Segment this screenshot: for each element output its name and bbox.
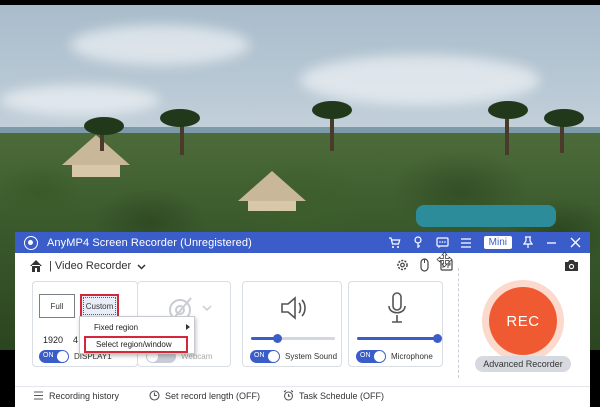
- close-icon[interactable]: [569, 236, 582, 249]
- submenu-arrow-icon: [186, 324, 190, 330]
- palm-frond: [544, 109, 584, 127]
- custom-region-option[interactable]: Custom: [80, 294, 119, 318]
- menu-item-select-region-window[interactable]: Select region/window: [84, 336, 188, 353]
- system-sound-label: System Sound: [285, 352, 338, 361]
- menu-icon[interactable]: [460, 236, 473, 249]
- system-sound-volume-thumb[interactable]: [273, 334, 283, 343]
- chevron-down-icon[interactable]: [137, 262, 146, 271]
- set-record-length-link[interactable]: Set record length (OFF): [149, 390, 260, 401]
- palm-frond: [160, 109, 200, 127]
- gear-icon[interactable]: [396, 258, 409, 272]
- rec-button[interactable]: REC: [489, 287, 557, 355]
- chevron-down-icon[interactable]: [202, 304, 212, 312]
- microphone-label: Microphone: [391, 352, 433, 361]
- display-toggle-switch[interactable]: ON: [39, 350, 69, 363]
- microphone-toggle[interactable]: ON Microphone: [356, 350, 433, 363]
- system-sound-toggle-switch[interactable]: ON: [250, 350, 280, 363]
- mode-label[interactable]: | Video Recorder: [49, 260, 131, 272]
- recording-history-link[interactable]: Recording history: [33, 390, 119, 401]
- move-icon: [436, 251, 453, 268]
- pin-icon[interactable]: [521, 236, 534, 249]
- app-logo-icon: [24, 235, 38, 250]
- menu-item-fixed-region[interactable]: Fixed region: [80, 319, 196, 336]
- width-value[interactable]: 1920: [43, 335, 63, 345]
- microphone-volume-slider[interactable]: [357, 334, 442, 343]
- speaker-icon: [281, 296, 306, 320]
- palm-frond: [84, 117, 124, 135]
- mini-button[interactable]: Mini: [483, 236, 512, 249]
- task-schedule-link[interactable]: Task Schedule (OFF): [283, 390, 384, 401]
- system-sound-card: ON System Sound: [242, 281, 342, 367]
- microphone-volume-thumb[interactable]: [432, 334, 442, 343]
- title-bar-icons: Mini: [388, 232, 582, 253]
- hut-roof: [238, 171, 306, 201]
- hut-roof: [62, 135, 130, 165]
- clock-icon: [149, 390, 160, 401]
- key-icon[interactable]: [412, 236, 425, 249]
- chat-icon[interactable]: [436, 236, 449, 249]
- height-value[interactable]: 4: [73, 335, 78, 345]
- cart-icon[interactable]: [388, 236, 401, 249]
- palm-frond: [312, 101, 352, 119]
- alarm-clock-icon: [283, 390, 294, 401]
- camera-icon[interactable]: [564, 259, 579, 272]
- home-icon[interactable]: [29, 259, 43, 273]
- mode-bar: | Video Recorder: [15, 253, 590, 279]
- window-title: AnyMP4 Screen Recorder (Unregistered): [47, 236, 252, 249]
- full-screen-option[interactable]: Full: [39, 294, 75, 318]
- microphone-card: ON Microphone: [348, 281, 443, 367]
- hut-body: [248, 201, 296, 211]
- region-context-menu: Fixed region Select region/window: [79, 316, 195, 354]
- mouse-icon[interactable]: [418, 258, 431, 272]
- bottom-bar: Recording history Set record length (OFF…: [15, 386, 590, 407]
- minimize-icon[interactable]: [545, 236, 558, 249]
- microphone-icon: [388, 292, 406, 323]
- system-sound-toggle[interactable]: ON System Sound: [250, 350, 337, 363]
- hut-body: [72, 165, 120, 177]
- title-bar[interactable]: AnyMP4 Screen Recorder (Unregistered) Mi…: [15, 232, 590, 253]
- cloud: [70, 25, 250, 65]
- cloud: [300, 55, 540, 105]
- microphone-toggle-switch[interactable]: ON: [356, 350, 386, 363]
- advanced-recorder-button[interactable]: Advanced Recorder: [475, 356, 571, 372]
- palm-frond: [488, 101, 528, 119]
- divider: [458, 268, 459, 378]
- system-sound-volume-slider[interactable]: [251, 334, 335, 343]
- pool: [416, 205, 556, 227]
- cloud: [0, 85, 160, 115]
- list-icon: [34, 391, 43, 400]
